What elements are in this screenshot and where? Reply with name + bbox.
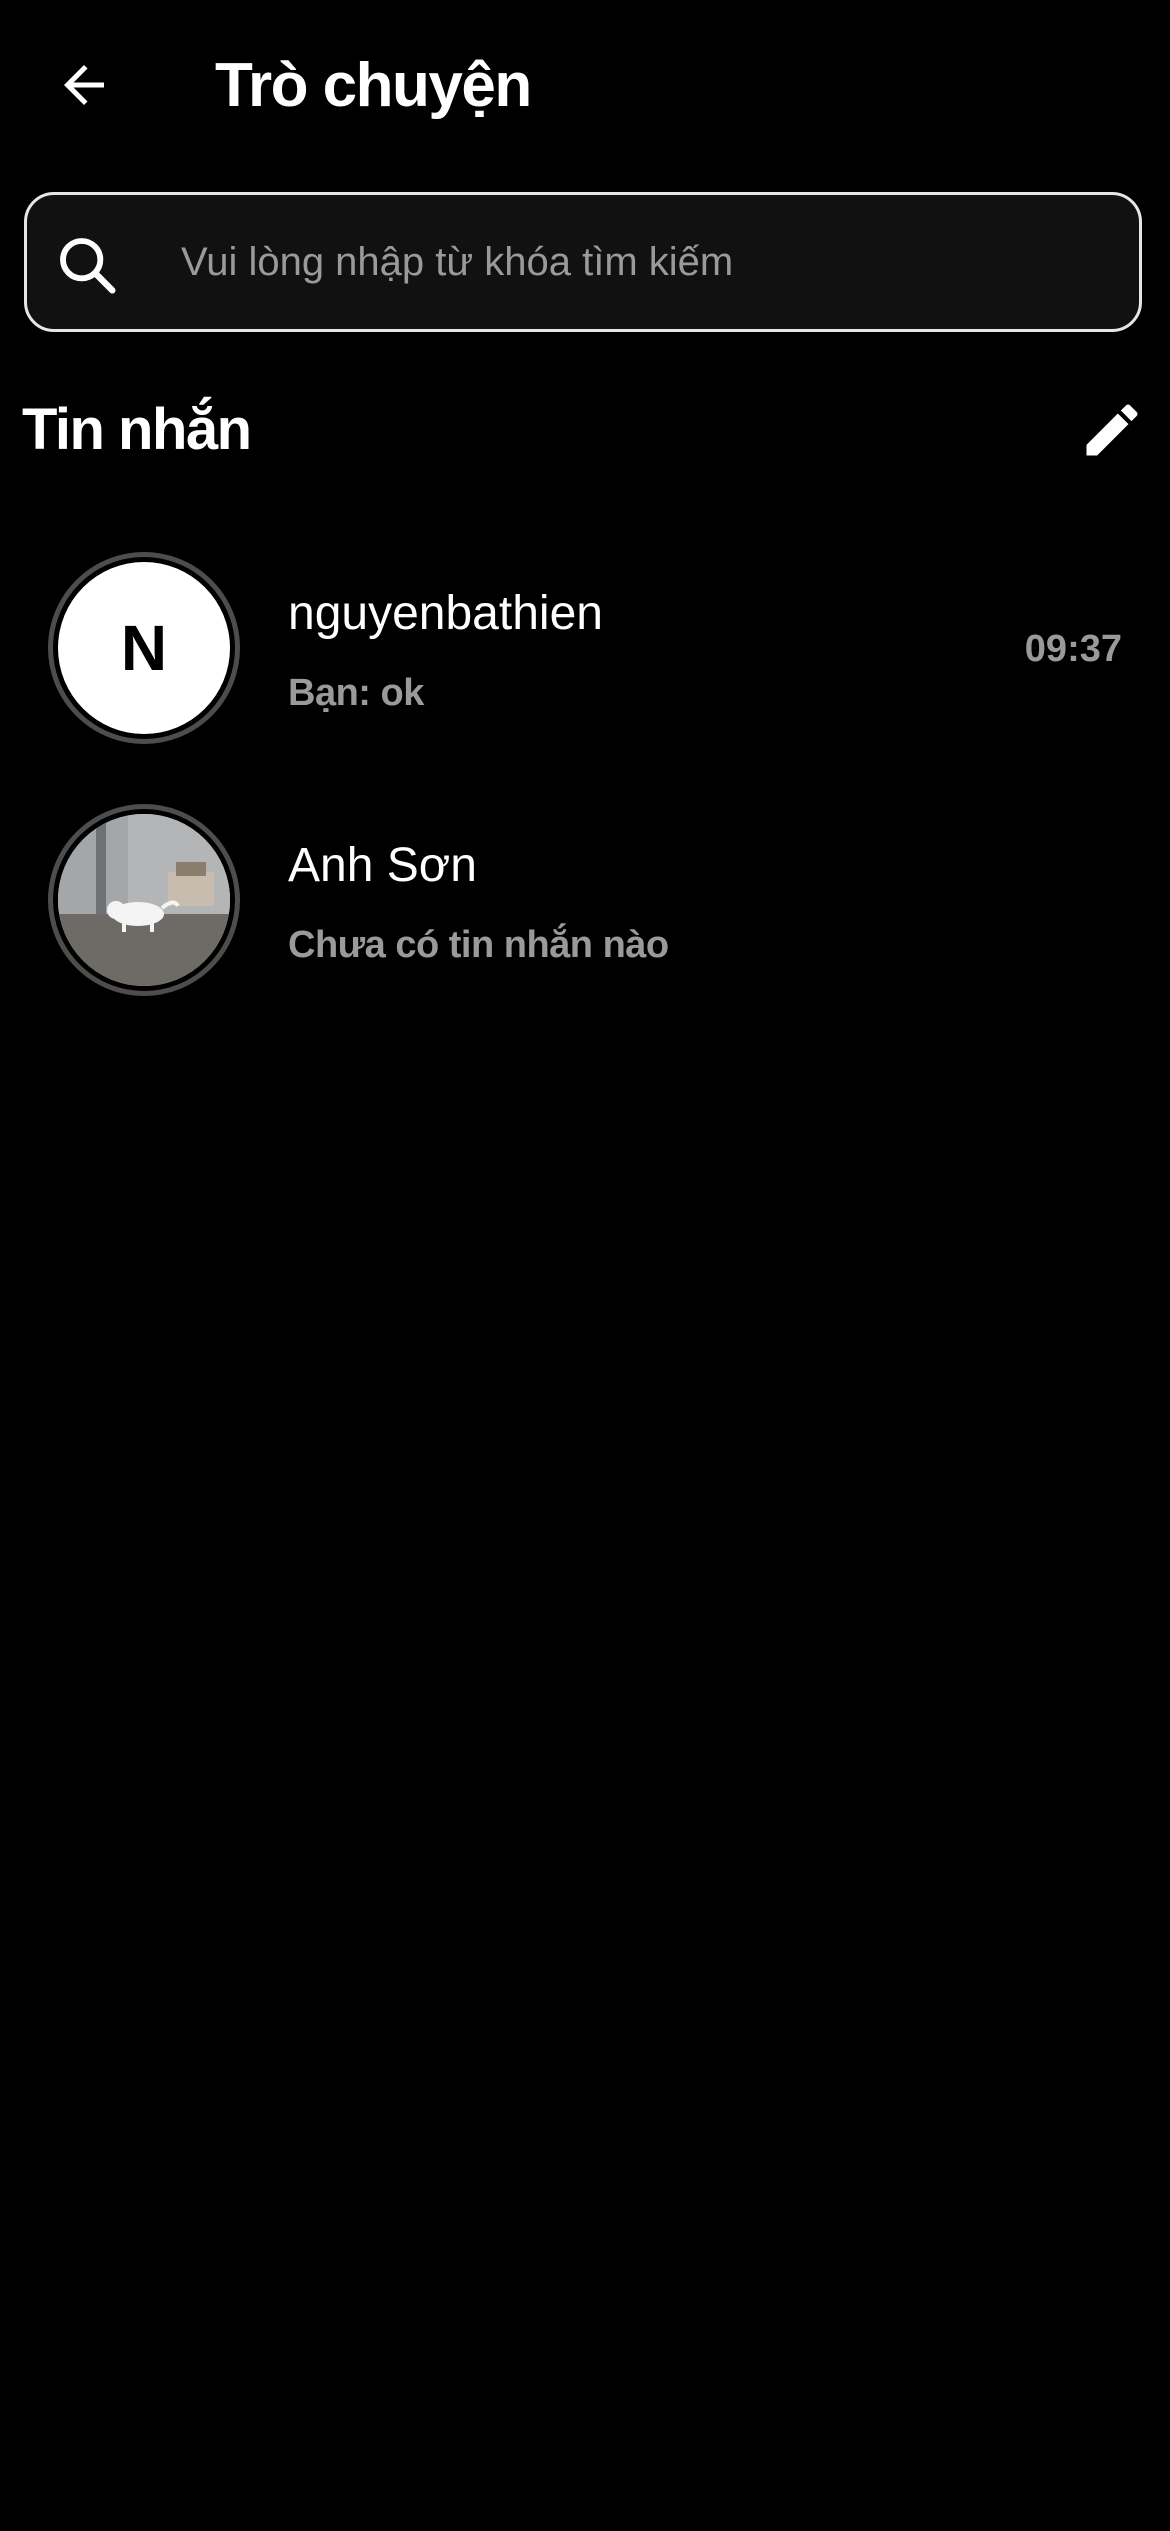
messages-section-title: Tin nhắn (22, 397, 252, 462)
conversation-item[interactable]: N nguyenbathien Bạn: ok 09:37 (0, 540, 1170, 792)
conversation-preview: Chưa có tin nhắn nào (288, 924, 669, 966)
app-header: Trò chuyện (0, 0, 1170, 170)
compose-button[interactable] (1074, 392, 1150, 468)
pencil-icon (1086, 404, 1138, 456)
conversation-preview: Bạn: ok (288, 672, 424, 714)
conversation-time: 09:37 (1024, 628, 1122, 670)
avatar-letter-circle: N (58, 562, 230, 734)
avatar-photo (58, 814, 230, 986)
avatar-initial: N (120, 612, 168, 684)
search-icon (60, 238, 116, 294)
cat-photo-avatar (58, 814, 230, 986)
conversation-name: Anh Sơn (288, 839, 477, 892)
back-button[interactable] (44, 40, 124, 130)
page-title: Trò chuyện (215, 51, 532, 120)
conversation-list: N nguyenbathien Bạn: ok 09:37 Anh Sơn Ch… (0, 540, 1170, 1044)
avatar[interactable] (48, 804, 240, 996)
conversation-item[interactable]: Anh Sơn Chưa có tin nhắn nào (0, 792, 1170, 1044)
search-bar[interactable] (24, 192, 1142, 332)
arrow-left-icon (64, 65, 104, 105)
search-input[interactable] (157, 195, 1107, 329)
avatar[interactable]: N (48, 552, 240, 744)
conversation-name: nguyenbathien (288, 587, 603, 640)
